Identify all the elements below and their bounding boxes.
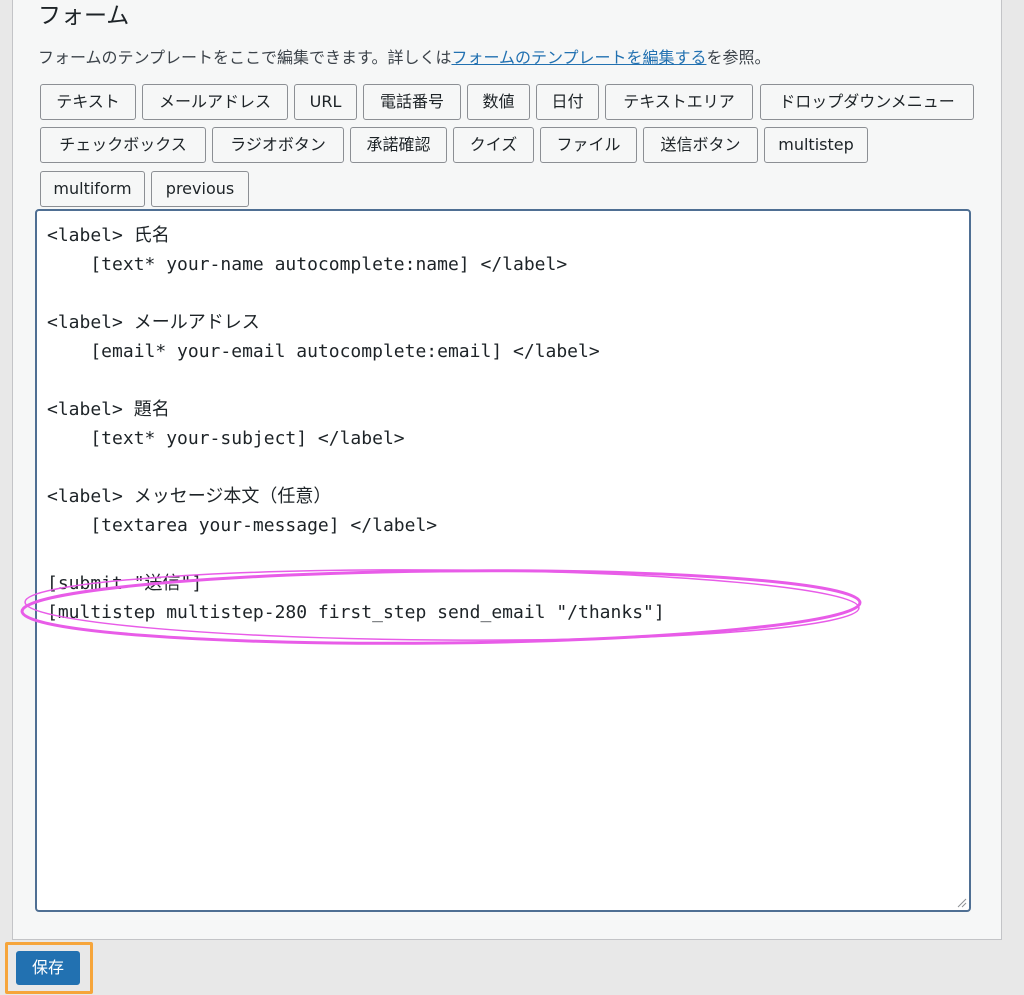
tag-button-file[interactable]: ファイル: [540, 127, 637, 163]
code-line: [text* your-subject] </label>: [47, 428, 405, 449]
tag-button-checkbox[interactable]: チェックボックス: [40, 127, 206, 163]
tag-button-textarea[interactable]: テキストエリア: [605, 84, 753, 120]
edit-template-link[interactable]: フォームのテンプレートを編集する: [451, 48, 706, 67]
tag-button-submit[interactable]: 送信ボタン: [643, 127, 758, 163]
code-line: [email* your-email autocomplete:email] <…: [47, 341, 600, 362]
template-code: <label> 氏名 [text* your-name autocomplete…: [47, 221, 665, 627]
tag-button-quiz[interactable]: クイズ: [453, 127, 534, 163]
tag-button-number[interactable]: 数値: [467, 84, 530, 120]
code-line: [textarea your-message] </label>: [47, 515, 438, 536]
tag-button-radio[interactable]: ラジオボタン: [212, 127, 344, 163]
code-line: <label> 氏名: [47, 225, 170, 246]
tag-button-multiform[interactable]: multiform: [40, 171, 145, 207]
code-line: [text* your-name autocomplete:name] </la…: [47, 254, 568, 275]
tag-button-acceptance[interactable]: 承諾確認: [350, 127, 447, 163]
code-line: <label> 題名: [47, 399, 170, 420]
section-title: フォーム: [38, 3, 130, 29]
tag-button-dropdown[interactable]: ドロップダウンメニュー: [760, 84, 974, 120]
code-line: <label> メッセージ本文（任意）: [47, 486, 332, 507]
code-line: <label> メールアドレス: [47, 312, 260, 333]
tag-button-text[interactable]: テキスト: [40, 84, 136, 120]
tag-button-url[interactable]: URL: [294, 84, 357, 120]
tag-button-date[interactable]: 日付: [536, 84, 599, 120]
tag-button-email[interactable]: メールアドレス: [142, 84, 288, 120]
section-description: フォームのテンプレートをここで編集できます。詳しくはフォームのテンプレートを編集…: [38, 46, 771, 70]
resize-handle-icon[interactable]: [955, 896, 967, 908]
code-line-multistep: [multistep multistep-280 first_step send…: [47, 602, 665, 623]
save-button-highlight: 保存: [5, 942, 93, 994]
tag-button-previous[interactable]: previous: [151, 171, 249, 207]
code-line: [submit "送信"]: [47, 573, 203, 594]
form-template-editor[interactable]: <label> 氏名 [text* your-name autocomplete…: [35, 209, 971, 912]
tag-button-tel[interactable]: 電話番号: [363, 84, 461, 120]
description-text-end: を参照。: [706, 48, 771, 67]
description-text: フォームのテンプレートをここで編集できます。詳しくは: [38, 48, 452, 67]
save-button[interactable]: 保存: [16, 951, 80, 985]
tag-button-multistep[interactable]: multistep: [764, 127, 868, 163]
